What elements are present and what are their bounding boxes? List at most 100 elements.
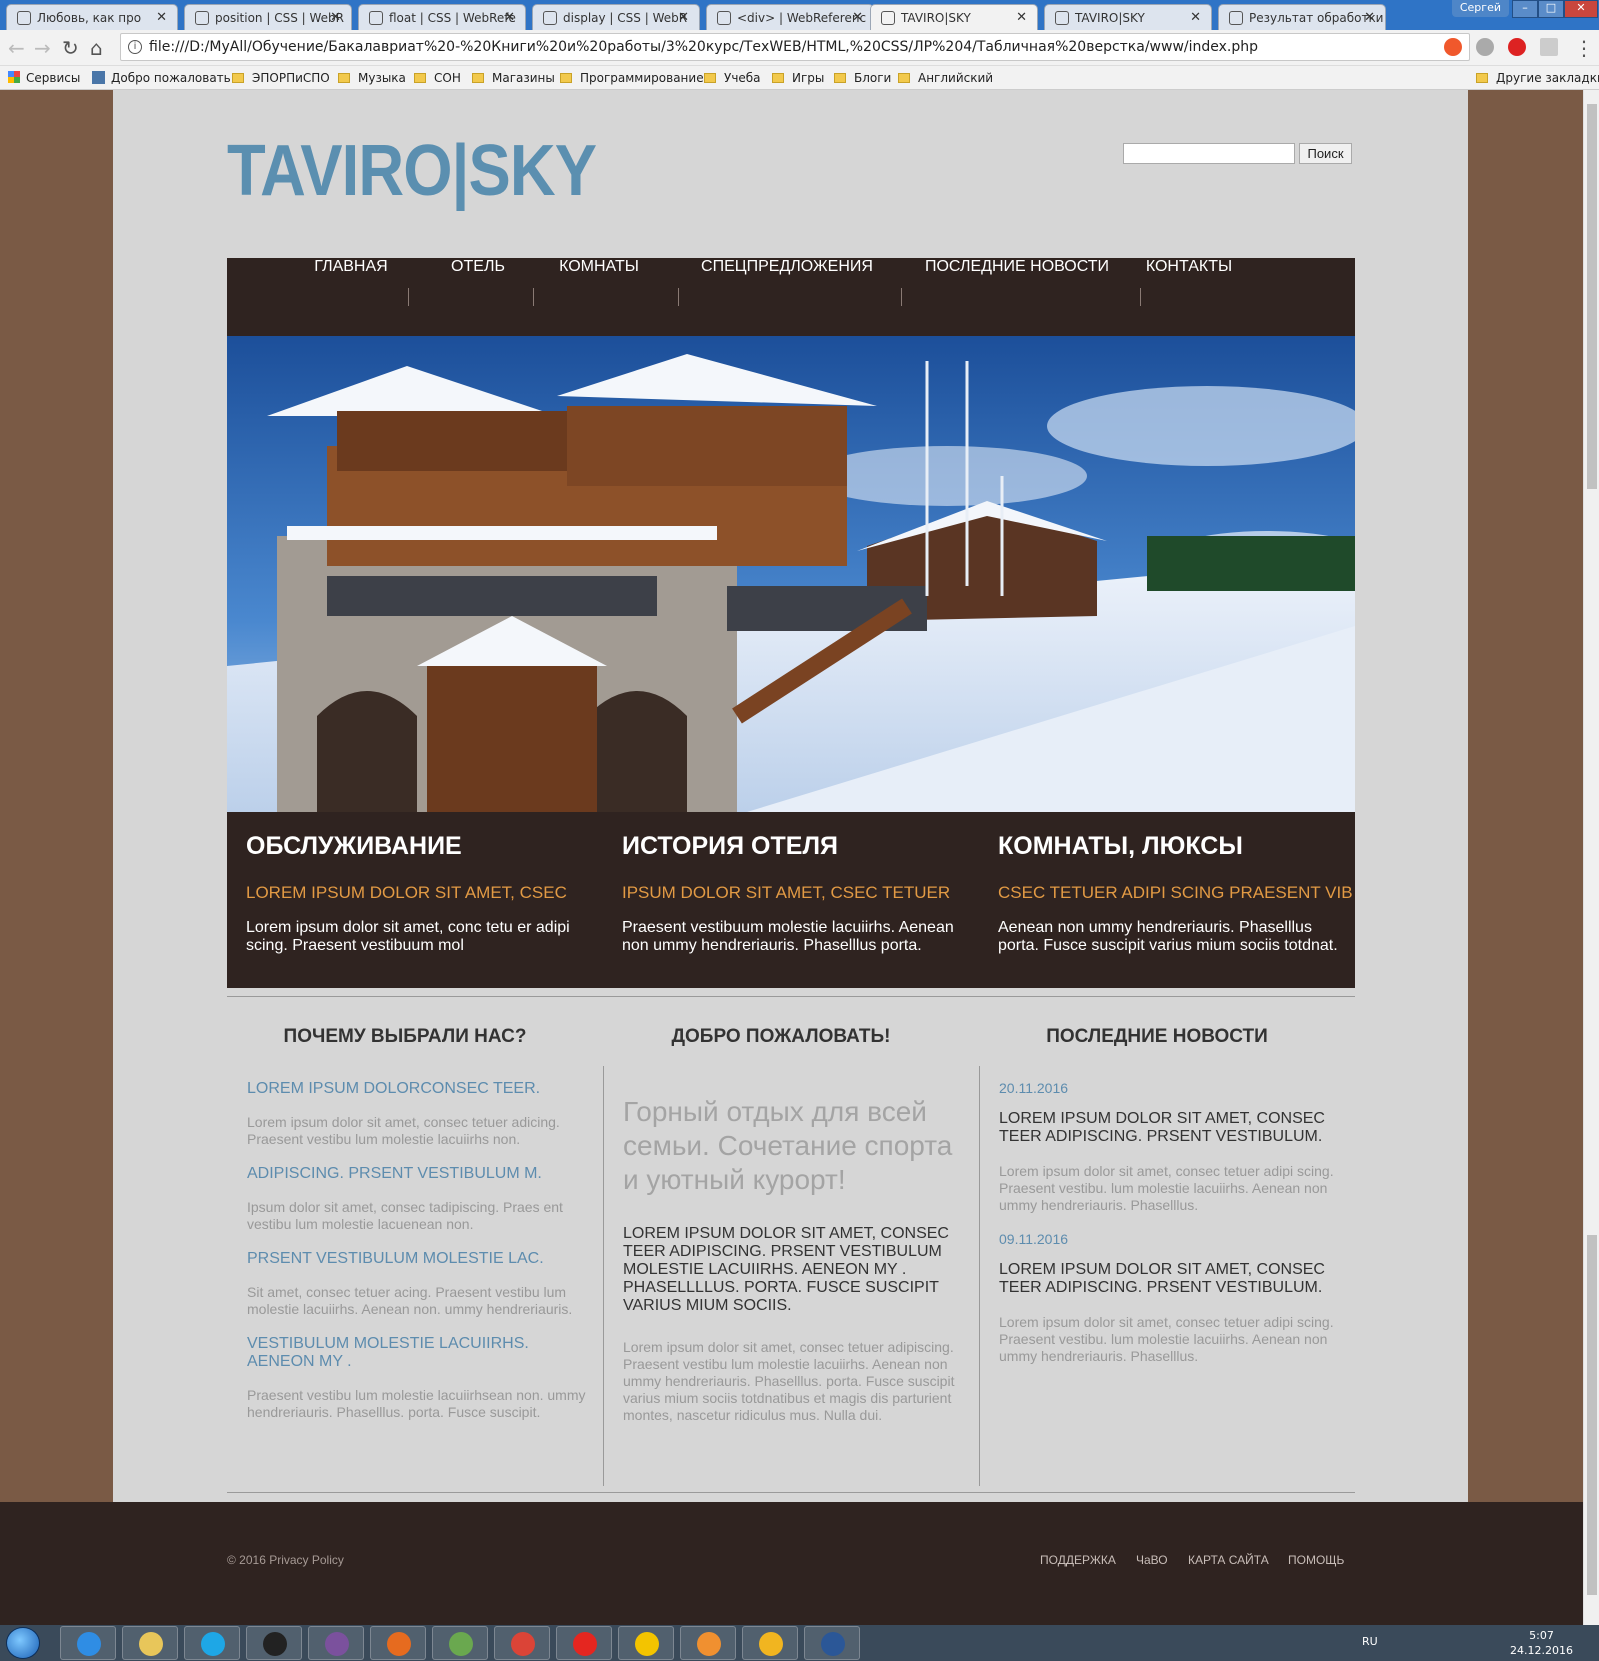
tab-title: position | CSS | WebR	[215, 11, 344, 25]
bookmark-item[interactable]: Английский	[898, 71, 993, 85]
taskbar-app[interactable]	[742, 1626, 798, 1660]
taskbar-app[interactable]	[246, 1626, 302, 1660]
minimize-button[interactable]: –	[1512, 0, 1538, 18]
menu-icon[interactable]: ⋮	[1574, 36, 1594, 60]
explorer-icon	[139, 1632, 163, 1656]
tab-close-icon[interactable]: ✕	[156, 10, 167, 25]
nav-item[interactable]: КОНТАКТЫ	[1113, 258, 1265, 336]
why-link[interactable]: ADIPISCING. PRSENT VESTIBULUM M.	[247, 1165, 587, 1183]
extension-icon[interactable]	[1540, 38, 1558, 56]
search-input[interactable]	[1123, 143, 1295, 164]
tab-close-icon[interactable]: ✕	[852, 10, 863, 25]
why-link[interactable]: VESTIBULUM MOLESTIE LACUIIRHS. AENEON MY…	[247, 1335, 587, 1371]
settings-extension-icon[interactable]	[1476, 38, 1494, 56]
scrollbar-thumb[interactable]	[1587, 104, 1597, 489]
bookmark-item[interactable]: СОН	[414, 71, 461, 85]
taskbar-app[interactable]	[804, 1626, 860, 1660]
bookmark-item[interactable]: Учеба	[704, 71, 761, 85]
tab-close-icon[interactable]: ✕	[1016, 10, 1027, 25]
address-bar[interactable]: i file:///D:/MyAll/Обучение/Бакалавриат%…	[120, 33, 1470, 61]
tab-close-icon[interactable]: ✕	[504, 10, 515, 25]
taskbar-app[interactable]	[308, 1626, 364, 1660]
footer-link-support[interactable]: ПОДДЕРЖКА	[1040, 1553, 1116, 1567]
taskbar-app[interactable]	[680, 1626, 736, 1660]
tab-close-icon[interactable]: ✕	[330, 10, 341, 25]
browser-tab[interactable]: float | CSS | WebRefe ✕	[358, 4, 526, 30]
taskbar-app[interactable]	[122, 1626, 178, 1660]
adblock-icon[interactable]	[1508, 38, 1526, 56]
folder-icon	[414, 73, 426, 83]
browser-tab[interactable]: position | CSS | WebR ✕	[184, 4, 352, 30]
language-indicator[interactable]: RU	[1362, 1635, 1378, 1648]
nav-separator	[1140, 288, 1141, 306]
footer-link-help[interactable]: ПОМОЩЬ	[1288, 1553, 1344, 1567]
news-date[interactable]: 09.11.2016	[999, 1231, 1339, 1247]
news-headline[interactable]: LOREM IPSUM DOLOR SIT AMET, CONSEC TEER …	[999, 1110, 1339, 1146]
reload-icon[interactable]: ↻	[62, 36, 79, 60]
bookmark-item[interactable]: Программирование	[560, 71, 704, 85]
tab-title: float | CSS | WebRefe	[389, 11, 516, 25]
start-button[interactable]	[6, 1627, 40, 1659]
why-link[interactable]: LOREM IPSUM DOLORCONSEC TEER.	[247, 1080, 587, 1098]
back-icon[interactable]: ←	[8, 36, 25, 60]
scrollbar-thumb[interactable]	[1587, 1235, 1597, 1595]
browser-tab[interactable]: TAVIRO|SKY ✕	[1044, 4, 1212, 30]
site-logo[interactable]: TAVIRO|SKY	[227, 130, 597, 212]
player-icon	[697, 1632, 721, 1656]
nav-item[interactable]: ПОСЛЕДНИЕ НОВОСТИ	[905, 258, 1129, 336]
news-text: Lorem ipsum dolor sit amet, consec tetue…	[999, 1314, 1334, 1364]
nav-item[interactable]: ГЛАВНАЯ	[303, 258, 399, 336]
tab-close-icon[interactable]: ✕	[678, 10, 689, 25]
bookmark-item[interactable]: ЭПОРПиСПО	[232, 71, 330, 85]
feature-subtitle[interactable]: IPSUM DOLOR SIT AMET, CSEC TETUER	[622, 883, 962, 903]
main-navigation: ГЛАВНАЯ ОТЕЛЬ КОМНАТЫ СПЕЦПРЕДЛОЖЕНИЯ ПОСЛЕД…	[227, 258, 1355, 336]
taskbar-app[interactable]	[184, 1626, 240, 1660]
browser-tab[interactable]: <div> | WebReferenc ✕	[706, 4, 874, 30]
browser-tab[interactable]: Любовь, как про ✕	[6, 4, 178, 30]
clock[interactable]: 5:07 24.12.2016	[1510, 1628, 1573, 1658]
feature-subtitle[interactable]: LOREM IPSUM DOLOR SIT AMET, CSEC	[246, 883, 586, 903]
scrollbar[interactable]	[1583, 90, 1599, 1625]
bookmark-item[interactable]: Добро пожаловать	[92, 71, 231, 85]
nav-item[interactable]: КОМНАТЫ	[543, 258, 655, 336]
search-button[interactable]: Поиск	[1299, 143, 1352, 164]
feature-subtitle[interactable]: CSEC TETUER ADIPI SCING PRAESENT VIB	[998, 883, 1353, 903]
home-icon[interactable]: ⌂	[90, 36, 103, 60]
taskbar-app[interactable]	[60, 1626, 116, 1660]
taskbar-app[interactable]	[370, 1626, 426, 1660]
taskbar-app[interactable]	[494, 1626, 550, 1660]
footer-link-faq[interactable]: ЧаВО	[1136, 1553, 1168, 1567]
copyright[interactable]: © 2016 Privacy Policy	[227, 1553, 344, 1567]
folder-icon	[560, 73, 572, 83]
extension-icon[interactable]	[1444, 38, 1462, 56]
profile-badge[interactable]: Сергей	[1451, 0, 1509, 17]
browser-tab[interactable]: Результат обработки ✕	[1218, 4, 1386, 30]
forward-icon[interactable]: →	[34, 36, 51, 60]
tab-close-icon[interactable]: ✕	[1190, 10, 1201, 25]
taskbar-app[interactable]	[618, 1626, 674, 1660]
footer-link-sitemap[interactable]: КАРТА САЙТА	[1188, 1553, 1269, 1567]
nav-item[interactable]: ОТЕЛЬ	[430, 258, 526, 336]
browser-tab[interactable]: TAVIRO|SKY ✕	[870, 4, 1038, 30]
taskbar-app[interactable]	[556, 1626, 612, 1660]
tab-close-icon[interactable]: ✕	[1364, 10, 1375, 25]
bookmark-item[interactable]: Блоги	[834, 71, 891, 85]
bookmark-item[interactable]: Игры	[772, 71, 824, 85]
nav-item[interactable]: СПЕЦПРЕДЛОЖЕНИЯ	[682, 258, 892, 336]
welcome-heading: Горный отдых для всей семьи. Сочетание с…	[623, 1096, 953, 1195]
bookmark-item[interactable]: Магазины	[472, 71, 555, 85]
why-link[interactable]: PRSENT VESTIBULUM MOLESTIE LAC.	[247, 1250, 587, 1268]
info-icon[interactable]: i	[128, 40, 142, 54]
why-text: Sit amet, consec tetuer acing. Praesent …	[247, 1284, 573, 1317]
hero-image	[227, 336, 1355, 812]
column-divider	[603, 1066, 604, 1486]
window-close-button[interactable]: ✕	[1564, 0, 1598, 18]
taskbar-app[interactable]	[432, 1626, 488, 1660]
news-date[interactable]: 20.11.2016	[999, 1080, 1339, 1096]
other-bookmarks[interactable]: Другие закладки	[1476, 71, 1599, 85]
maximize-button[interactable]: □	[1538, 0, 1564, 18]
news-headline[interactable]: LOREM IPSUM DOLOR SIT AMET, CONSEC TEER …	[999, 1261, 1339, 1297]
bookmark-item[interactable]: Сервисы	[8, 71, 80, 85]
browser-tab[interactable]: display | CSS | WebR ✕	[532, 4, 700, 30]
bookmark-item[interactable]: Музыка	[338, 71, 406, 85]
